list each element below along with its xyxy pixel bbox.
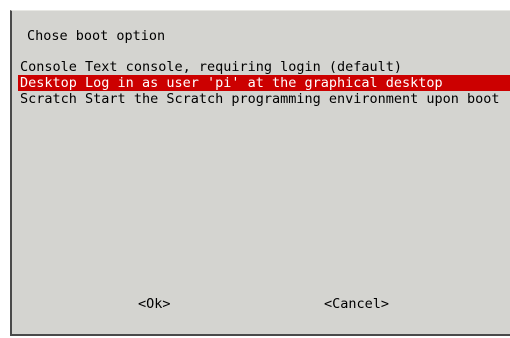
ok-button[interactable]: <Ok> [138, 295, 171, 313]
menu-item-desktop[interactable]: Desktop Log in as user 'pi' at the graph… [18, 75, 510, 91]
menu-item-console[interactable]: Console Text console, requiring login (d… [18, 59, 510, 75]
menu-item-tag: Desktop [20, 75, 77, 91]
menu-item-description: Start the Scratch programming environmen… [85, 91, 500, 107]
menu-item-tag: Console [20, 59, 77, 75]
terminal-screen: Chose boot option Console Text console, … [0, 0, 510, 338]
menu-item-description: Text console, requiring login (default) [85, 59, 403, 75]
boot-option-menu: Console Text console, requiring login (d… [18, 59, 510, 107]
cancel-button[interactable]: <Cancel> [324, 295, 389, 313]
boot-option-dialog: Chose boot option Console Text console, … [10, 10, 510, 336]
dialog-buttons: <Ok> <Cancel> [12, 295, 510, 313]
menu-item-scratch[interactable]: Scratch Start the Scratch programming en… [18, 91, 510, 107]
menu-item-description: Log in as user 'pi' at the graphical des… [85, 75, 443, 91]
menu-item-tag: Scratch [20, 91, 77, 107]
dialog-title: Chose boot option [27, 28, 166, 44]
